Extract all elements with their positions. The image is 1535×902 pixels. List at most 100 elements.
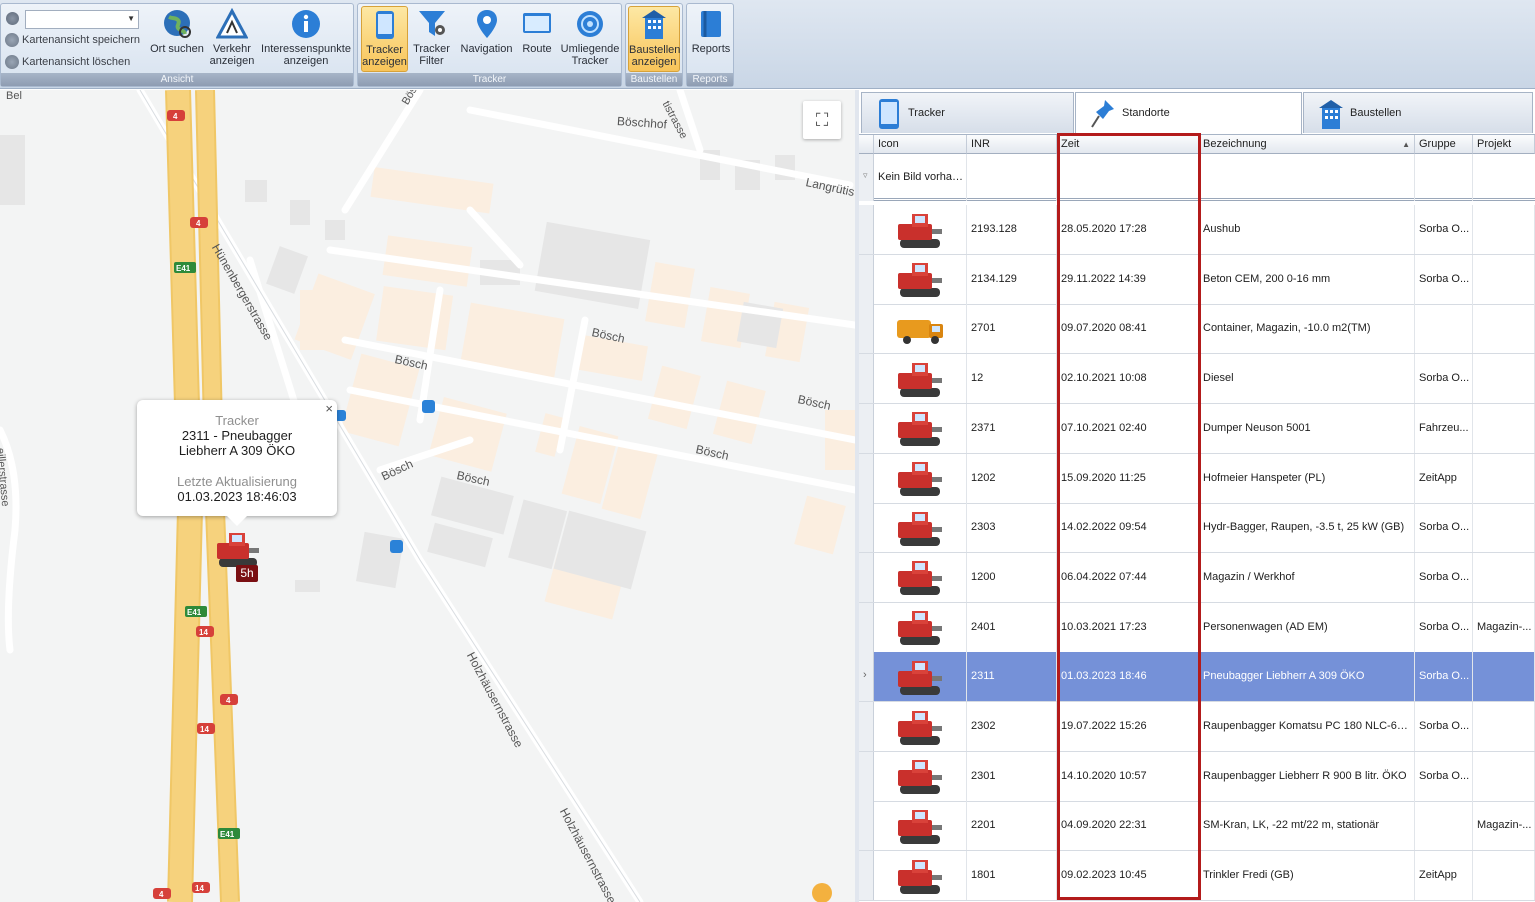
- projekt-cell: [1473, 304, 1535, 354]
- delete-view-button[interactable]: Kartenansicht löschen: [5, 53, 130, 71]
- table-row[interactable]: › 2311 01.03.2023 18:46 Pneubagger Liebherr…: [859, 652, 1535, 703]
- route-button[interactable]: Route: [516, 6, 558, 72]
- column-header-gruppe[interactable]: Gruppe: [1415, 135, 1473, 154]
- filter-row-selector: ▿: [859, 154, 874, 201]
- ribbon-group-reports: Reports Reports: [686, 3, 734, 87]
- search-location-button[interactable]: Ort suchen: [147, 6, 207, 72]
- save-view-button[interactable]: Kartenansicht speichern: [5, 31, 140, 49]
- icon-cell: [874, 503, 967, 553]
- icon-cell: [874, 552, 967, 602]
- inr-cell: 2303: [967, 503, 1057, 553]
- zeit-cell: 15.09.2020 11:25: [1057, 453, 1199, 503]
- save-view-icon: [5, 33, 19, 48]
- row-selector[interactable]: [859, 602, 874, 652]
- filter-cell[interactable]: [967, 154, 1057, 201]
- row-selector[interactable]: [859, 552, 874, 602]
- table-row[interactable]: 2401 10.03.2021 17:23 Personenwagen (AD EM…: [859, 602, 1535, 653]
- table-row[interactable]: 2302 19.07.2022 15:26 Raupenbagger Komatsu…: [859, 702, 1535, 752]
- road-shield: 4: [153, 888, 171, 899]
- column-header-bezeichnung[interactable]: Bezeichnung ▲: [1199, 135, 1415, 154]
- navigation-button[interactable]: Navigation: [457, 6, 516, 72]
- close-icon[interactable]: ×: [325, 401, 333, 416]
- table-row[interactable]: 2193.128 28.05.2020 17:28 Aushub Sorba O...: [859, 205, 1535, 255]
- shield-text-6: 14: [200, 725, 209, 734]
- row-selector[interactable]: [859, 851, 874, 901]
- gruppe-cell: Sorba O...: [1415, 602, 1473, 652]
- shield-text-0: 4: [173, 112, 178, 121]
- points-of-interest-button[interactable]: Interessenspunkte anzeigen: [258, 6, 354, 72]
- view-combo[interactable]: ▼: [25, 10, 139, 29]
- row-selector[interactable]: [859, 453, 874, 503]
- popup-update-value: 01.03.2023 18:46:03: [177, 489, 297, 504]
- table-row[interactable]: 1801 09.02.2023 10:45 Trinkler Fredi (GB) Z…: [859, 851, 1535, 902]
- filter-row[interactable]: ▿ Kein Bild vorhan...: [859, 154, 1535, 201]
- globe-search-icon: [164, 10, 191, 38]
- row-selector[interactable]: [859, 801, 874, 851]
- traffic-button[interactable]: Verkehr anzeigen: [207, 6, 257, 72]
- table-row[interactable]: 2371 07.10.2021 02:40 Dumper Neuson 5001 Fa…: [859, 403, 1535, 454]
- reports-button[interactable]: Reports: [689, 6, 733, 72]
- tab-tracker[interactable]: Tracker: [861, 92, 1074, 133]
- table-row[interactable]: 2301 14.10.2020 10:57 Raupenbagger Liebher…: [859, 751, 1535, 802]
- table-row[interactable]: 2303 14.02.2022 09:54 Hydr-Bagger, Raupen,…: [859, 503, 1535, 554]
- shield-text-5: 4: [226, 696, 231, 705]
- column-header-zeit[interactable]: Zeit: [1057, 135, 1199, 154]
- tracker-filter-button[interactable]: Tracker Filter: [409, 6, 454, 72]
- icon-cell: [874, 403, 967, 453]
- row-selector[interactable]: [859, 702, 874, 751]
- table-row[interactable]: 1202 15.09.2020 11:25 Hofmeier Hanspeter (…: [859, 453, 1535, 504]
- bezeichnung-cell: Hofmeier Hanspeter (PL): [1199, 453, 1415, 503]
- row-selector[interactable]: [859, 304, 874, 354]
- zeit-cell: 14.02.2022 09:54: [1057, 503, 1199, 553]
- row-selector[interactable]: [859, 403, 874, 453]
- filter-icon-cell[interactable]: Kein Bild vorhan...: [874, 154, 967, 201]
- inr-cell: 1200: [967, 552, 1057, 602]
- excavator-icon: [898, 760, 942, 795]
- zeit-cell: 02.10.2021 10:08: [1057, 354, 1199, 404]
- street-view-pegman-icon[interactable]: [812, 883, 832, 902]
- show-construction-sites-button[interactable]: Baustellen anzeigen: [628, 6, 680, 72]
- filter-cell[interactable]: [1415, 154, 1473, 201]
- show-trackers-button[interactable]: Tracker anzeigen: [361, 6, 408, 72]
- row-selector[interactable]: [859, 751, 874, 801]
- table-row[interactable]: 2201 04.09.2020 22:31 SM-Kran, LK, -22 mt/…: [859, 801, 1535, 852]
- table-row[interactable]: 12 02.10.2021 10:08 Diesel Sorba O...: [859, 354, 1535, 405]
- zeit-cell: 28.05.2020 17:28: [1057, 205, 1199, 254]
- projekt-cell: [1473, 453, 1535, 503]
- projekt-cell: [1473, 751, 1535, 801]
- filter-icon: ▿: [863, 170, 868, 180]
- column-header-icon[interactable]: Icon: [874, 135, 967, 154]
- row-selector[interactable]: [859, 205, 874, 254]
- tab-standorte[interactable]: Standorte: [1075, 92, 1302, 134]
- row-selector[interactable]: [859, 254, 874, 304]
- map-view[interactable]: 4 4 E41 E41 14 4 14 E41 4 14 Bösch Bösch…: [0, 90, 855, 902]
- bezeichnung-cell: Raupenbagger Komatsu PC 180 NLC-6K ...: [1199, 702, 1415, 751]
- group-label-reports: Reports: [687, 73, 733, 86]
- shield-text-4: 14: [199, 628, 208, 637]
- icon-cell: [874, 354, 967, 404]
- table-row[interactable]: 2134.129 29.11.2022 14:39 Beton CEM, 200 0…: [859, 254, 1535, 305]
- bezeichnung-cell: Magazin / Werkhof: [1199, 552, 1415, 602]
- excavator-icon: [898, 660, 942, 695]
- icon-cell: [874, 851, 967, 901]
- tab-baustellen[interactable]: Baustellen: [1303, 92, 1533, 133]
- column-header-inr[interactable]: INR: [967, 135, 1057, 154]
- group-label-tracker: Tracker: [358, 73, 621, 86]
- filter-cell[interactable]: [1057, 154, 1199, 201]
- popup-line1: 2311 - Pneubagger: [181, 428, 293, 443]
- row-selector[interactable]: ›: [859, 652, 874, 702]
- fullscreen-button[interactable]: ⛶: [803, 101, 841, 139]
- table-row[interactable]: 2701 09.07.2020 08:41 Container, Magazin, …: [859, 304, 1535, 355]
- row-selector[interactable]: [859, 354, 874, 404]
- shield-text-2: E41: [176, 264, 191, 273]
- inr-cell: 2134.129: [967, 254, 1057, 304]
- filter-cell[interactable]: [1199, 154, 1415, 201]
- row-selector[interactable]: [859, 503, 874, 553]
- zeit-cell: 09.02.2023 10:45: [1057, 851, 1199, 901]
- table-row[interactable]: 1200 06.04.2022 07:44 Magazin / Werkhof Sor…: [859, 552, 1535, 603]
- column-header-projekt[interactable]: Projekt: [1473, 135, 1535, 154]
- tablet-icon: [375, 11, 394, 39]
- icon-cell: [874, 453, 967, 503]
- street-label: Bel: [6, 90, 22, 102]
- nearby-trackers-button[interactable]: Umliegende Tracker: [559, 6, 621, 72]
